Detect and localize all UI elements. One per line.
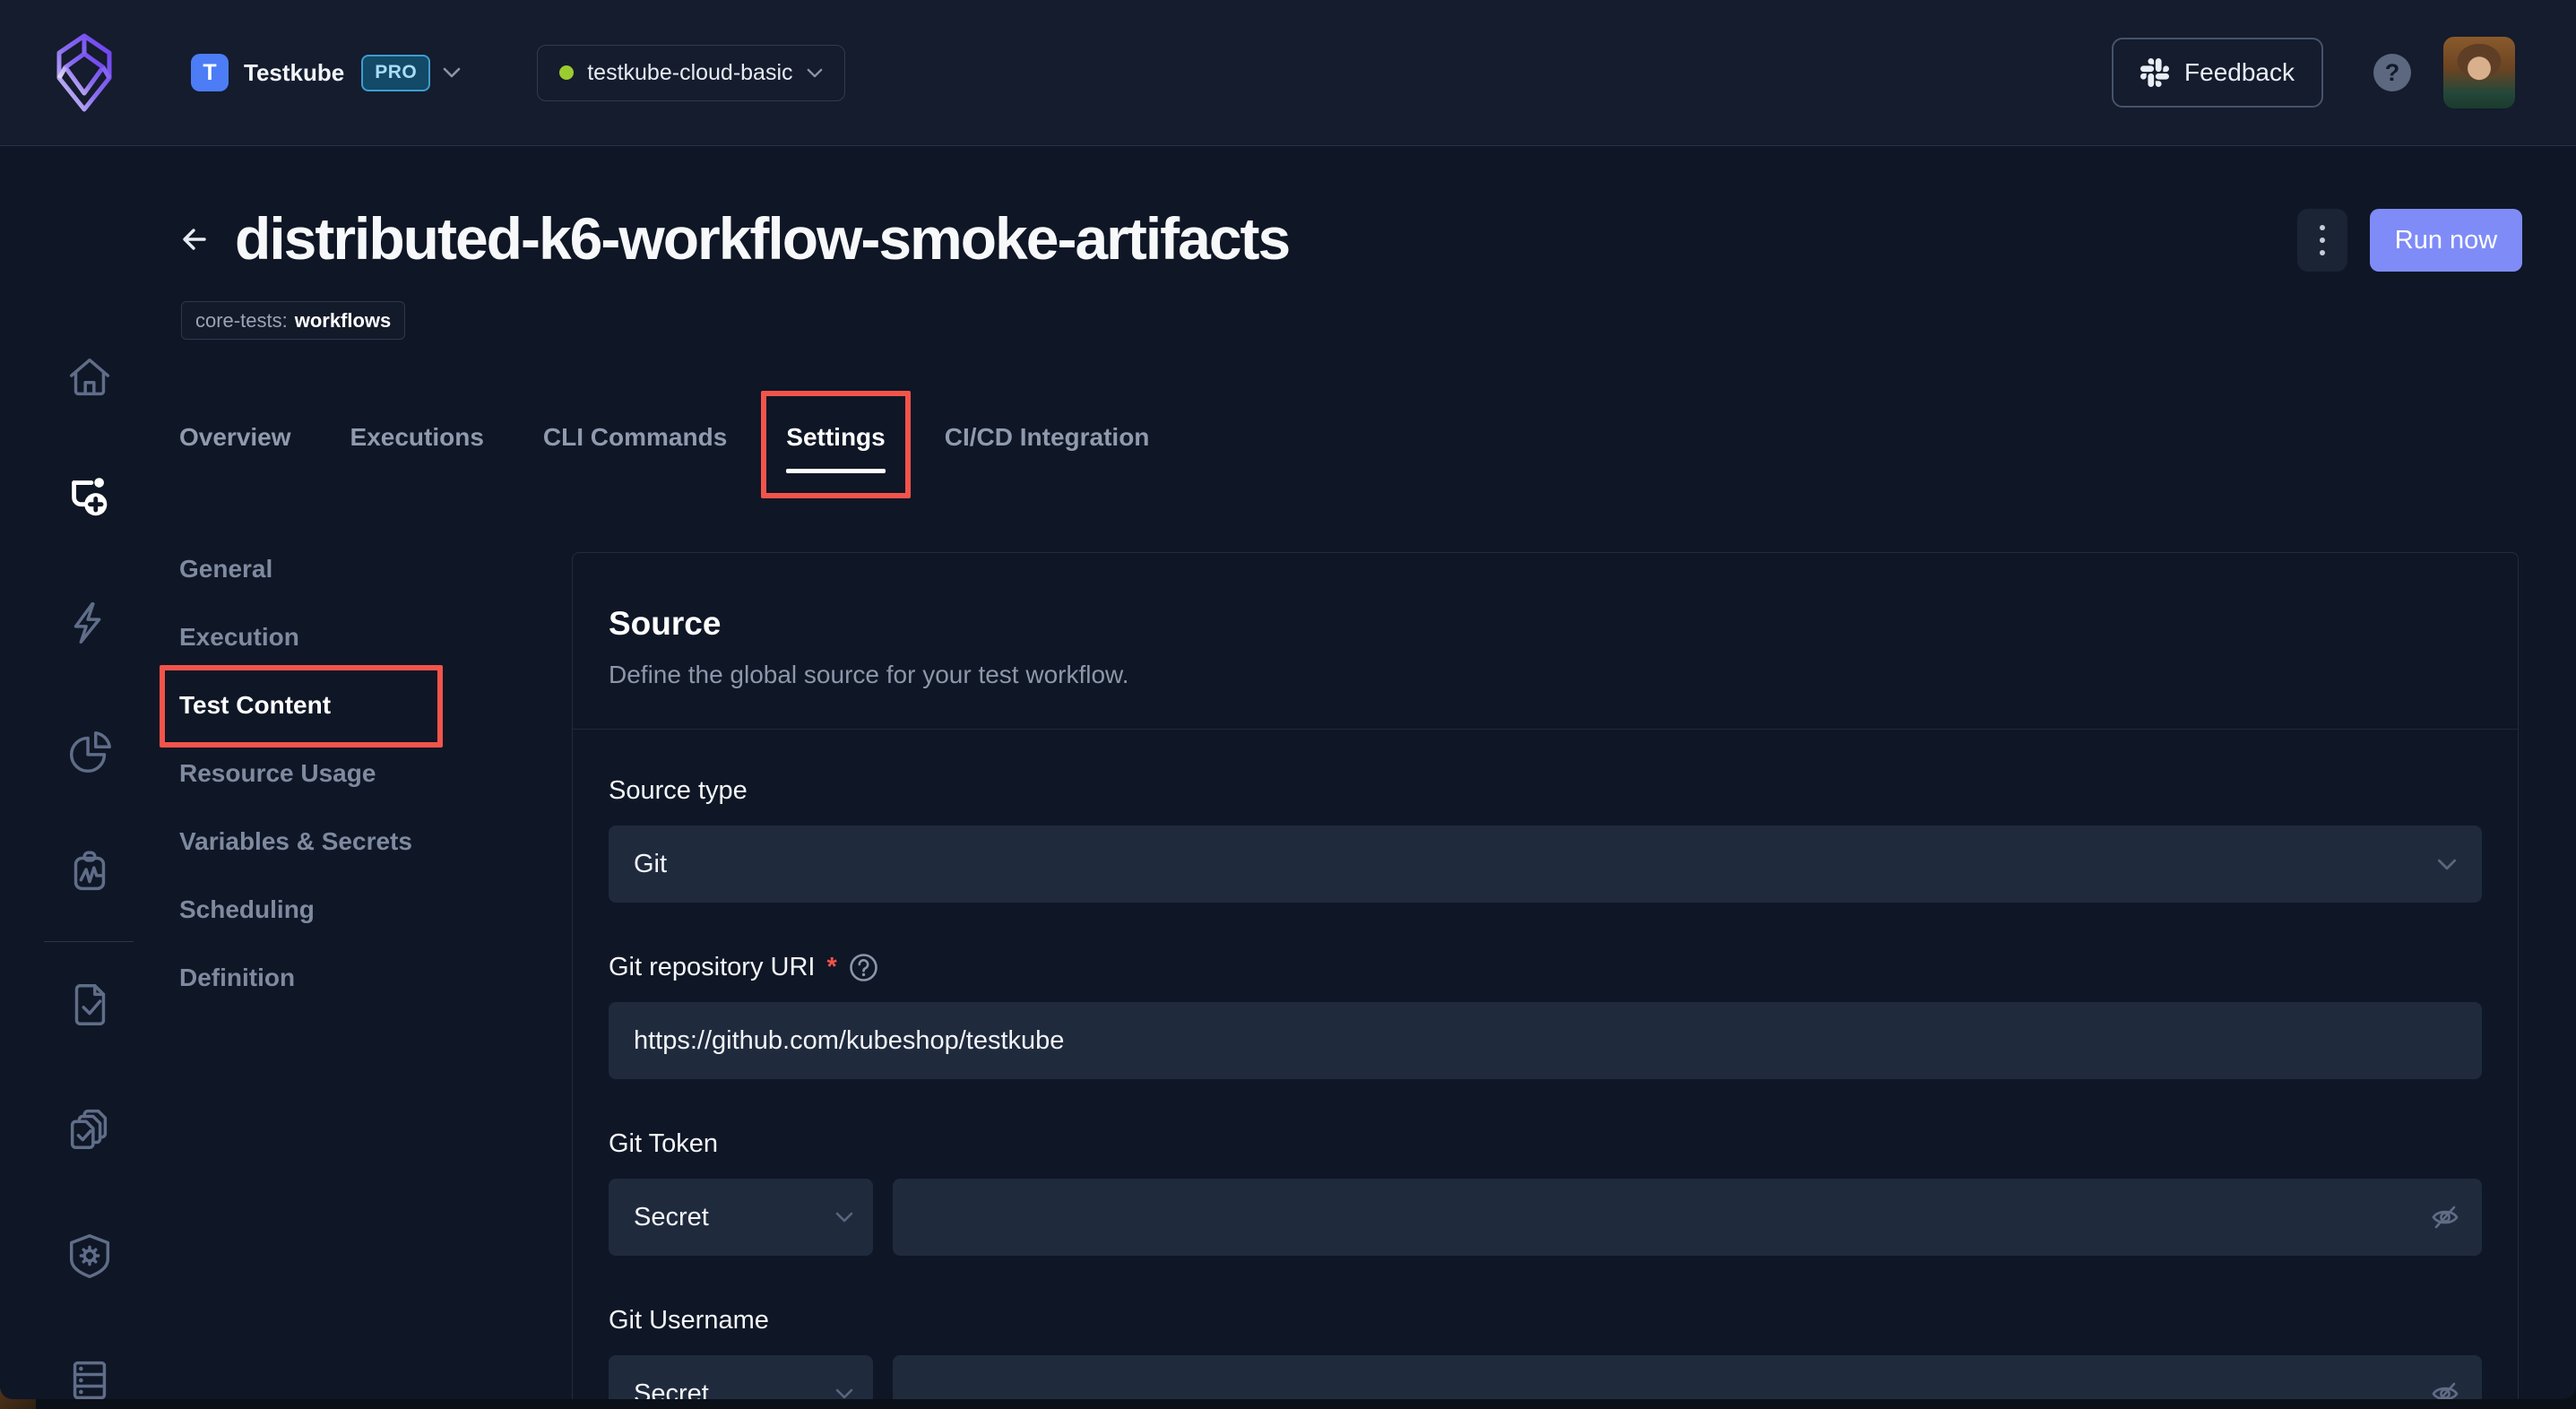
source-settings-card: Source Define the global source for your… xyxy=(572,552,2519,1399)
source-type-label: Source type xyxy=(609,776,748,805)
workflow-label-badge: core-tests: workflows xyxy=(181,301,406,340)
tab-overview[interactable]: Overview xyxy=(179,421,291,454)
environment-selector[interactable]: testkube-cloud-basic xyxy=(537,44,845,101)
git-uri-label: Git repository URI xyxy=(609,953,816,981)
sidebar-item-test-workflows[interactable] xyxy=(64,471,116,523)
git-token-group: Git Token Secret xyxy=(609,1129,2482,1256)
chevron-down-icon xyxy=(807,68,822,77)
sidebar-item-tests[interactable] xyxy=(64,979,116,1031)
home-icon xyxy=(69,358,110,396)
subnav-item-general[interactable]: General xyxy=(179,554,412,584)
chevron-down-icon[interactable] xyxy=(443,67,461,78)
help-circle-icon[interactable] xyxy=(849,953,878,982)
feedback-label: Feedback xyxy=(2184,58,2295,86)
chevron-down-icon xyxy=(835,1388,853,1399)
source-type-select[interactable]: Git xyxy=(609,826,2482,903)
org-switcher[interactable]: T Testkube PRO xyxy=(191,54,461,91)
sidebar-item-home[interactable] xyxy=(64,351,116,403)
git-username-mode-value: Secret xyxy=(634,1379,709,1400)
tab-executions[interactable]: Executions xyxy=(350,421,484,454)
testkube-logo-icon[interactable] xyxy=(52,32,117,113)
card-divider xyxy=(573,729,2518,730)
eye-off-icon[interactable] xyxy=(2430,1203,2460,1232)
settings-subnav: General Execution Test Content Resource … xyxy=(160,554,443,993)
tab-cli-commands[interactable]: CLI Commands xyxy=(543,421,727,454)
subnav-item-variables-secrets[interactable]: Variables & Secrets xyxy=(179,826,412,857)
git-uri-field xyxy=(609,1002,2482,1079)
source-type-value: Git xyxy=(634,849,668,878)
git-repository-uri-input[interactable] xyxy=(609,1002,2482,1079)
document-check-icon xyxy=(74,983,106,1026)
server-rack-icon xyxy=(73,1361,107,1399)
git-uri-group: Git repository URI * xyxy=(609,953,2482,1079)
org-avatar[interactable]: T xyxy=(191,54,229,91)
environment-name: testkube-cloud-basic xyxy=(587,59,793,85)
subnav-item-scheduling[interactable]: Scheduling xyxy=(179,895,412,925)
git-username-group: Git Username Secret xyxy=(609,1306,2482,1399)
git-token-input[interactable] xyxy=(893,1179,2482,1256)
sidebar-item-status-pages[interactable] xyxy=(64,845,116,897)
subnav-item-resource-usage[interactable]: Resource Usage xyxy=(179,758,412,789)
test-workflow-add-icon xyxy=(72,478,108,516)
help-button[interactable]: ? xyxy=(2373,54,2411,91)
sidebar-item-executors[interactable] xyxy=(64,1354,116,1399)
kebab-dot xyxy=(2320,225,2325,230)
source-card-title: Source xyxy=(609,605,722,642)
git-token-field xyxy=(893,1179,2482,1256)
page-title: distributed-k6-workflow-smoke-artifacts xyxy=(235,205,1291,272)
label-key: core-tests: xyxy=(195,308,288,332)
sidebar-item-triggers[interactable] xyxy=(64,597,116,649)
tab-cicd-integration[interactable]: CI/CD Integration xyxy=(945,421,1150,454)
lightning-icon xyxy=(73,601,101,644)
subnav-item-test-content[interactable]: Test Content xyxy=(160,665,443,748)
env-status-dot-icon xyxy=(559,65,575,80)
chevron-down-icon xyxy=(835,1212,853,1223)
source-card-subtitle: Define the global source for your test w… xyxy=(609,661,1129,688)
tab-settings[interactable]: Settings xyxy=(761,391,911,498)
label-value: workflows xyxy=(294,308,392,332)
shield-gear-icon xyxy=(69,1234,110,1278)
chevron-down-icon xyxy=(2437,859,2457,869)
slack-icon xyxy=(2140,58,2170,87)
topbar: T Testkube PRO testkube-cloud-basic Feed… xyxy=(0,0,2576,146)
user-avatar[interactable] xyxy=(2443,37,2515,108)
source-type-group: Source type Git xyxy=(609,776,2482,903)
run-now-button[interactable]: Run now xyxy=(2370,209,2522,272)
org-name: Testkube xyxy=(244,58,345,86)
pie-chart-icon xyxy=(69,730,111,773)
required-asterisk: * xyxy=(826,953,837,981)
more-actions-button[interactable] xyxy=(2297,209,2347,272)
feedback-button[interactable]: Feedback xyxy=(2112,38,2323,108)
sidebar-item-test-suites[interactable] xyxy=(64,1102,116,1154)
sidebar xyxy=(0,147,177,1399)
git-username-input[interactable] xyxy=(893,1355,2482,1399)
git-token-label: Git Token xyxy=(609,1129,718,1158)
question-mark-icon: ? xyxy=(2384,58,2400,86)
sidebar-item-webhooks[interactable] xyxy=(64,1230,116,1282)
arrow-left-icon xyxy=(183,228,206,250)
git-token-mode-value: Secret xyxy=(634,1202,709,1232)
git-username-mode-select[interactable]: Secret xyxy=(609,1355,873,1399)
subnav-item-execution[interactable]: Execution xyxy=(179,622,412,653)
plan-badge: PRO xyxy=(361,54,431,91)
git-username-field xyxy=(893,1355,2482,1399)
eye-off-icon[interactable] xyxy=(2430,1379,2460,1399)
sidebar-divider xyxy=(44,941,134,942)
app-window: T Testkube PRO testkube-cloud-basic Feed… xyxy=(0,0,2576,1399)
workflow-tabs: Overview Executions CLI Commands Setting… xyxy=(179,391,1150,498)
back-button[interactable] xyxy=(176,220,215,260)
subnav-item-definition[interactable]: Definition xyxy=(179,963,412,993)
documents-stack-check-icon xyxy=(70,1109,108,1150)
sidebar-item-insights[interactable] xyxy=(64,726,116,778)
git-token-mode-select[interactable]: Secret xyxy=(609,1179,873,1256)
git-username-label: Git Username xyxy=(609,1306,769,1335)
health-monitor-icon xyxy=(73,851,106,891)
